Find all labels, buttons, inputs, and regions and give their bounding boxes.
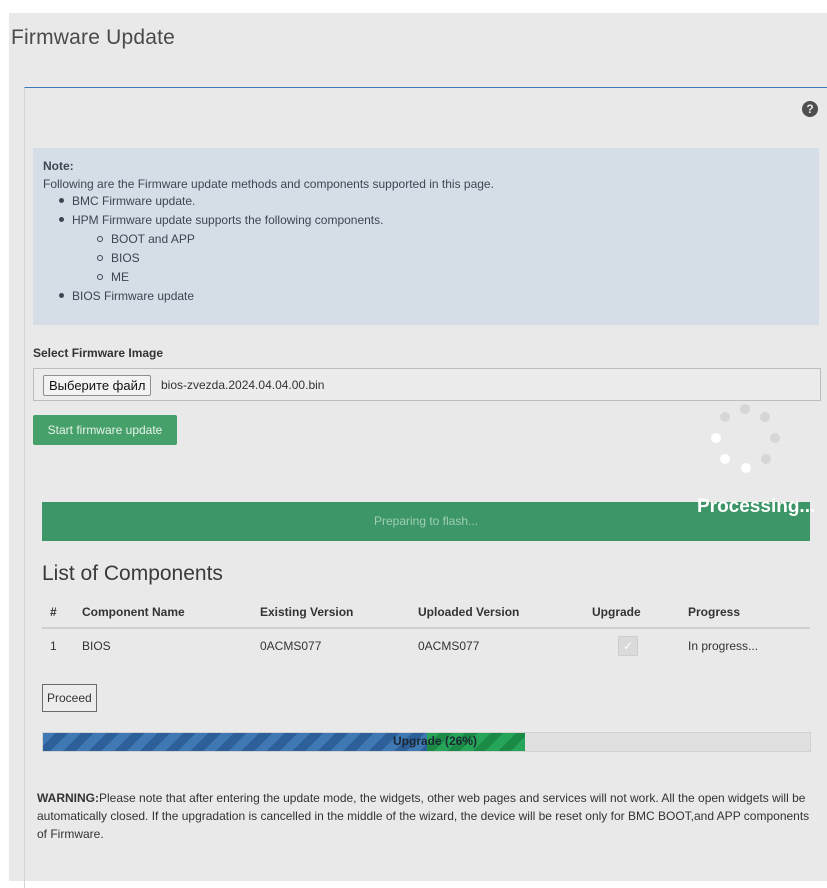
page-title: Firmware Update <box>11 26 176 49</box>
col-component-name: Component Name <box>82 596 260 629</box>
warning-body: Please note that after entering the upda… <box>37 791 810 841</box>
table-row: 1 BIOS 0ACMS077 0ACMS077 ✓ In progress..… <box>42 628 810 663</box>
note-subitem: BOOT and APP <box>97 230 195 249</box>
note-sublist: BOOT and APP BIOS ME <box>97 230 195 287</box>
note-list: BMC Firmware update. HPM Firmware update… <box>59 192 383 230</box>
processing-text: Processing... <box>697 496 816 517</box>
components-title: List of Components <box>42 562 223 585</box>
col-progress: Progress <box>688 596 810 629</box>
upgrade-progress-done <box>43 733 427 751</box>
note-item: BIOS Firmware update <box>59 287 194 306</box>
upgrade-progress-label: Upgrade (26%) <box>393 734 478 748</box>
preparing-flash-bar: Preparing to flash... <box>42 502 810 541</box>
upgrade-checkbox[interactable]: ✓ <box>618 636 638 656</box>
col-existing-version: Existing Version <box>260 596 418 629</box>
warning-prefix: WARNING: <box>37 791 99 805</box>
proceed-button[interactable]: Proceed <box>42 684 97 712</box>
page-container: Firmware Update ? Note: Following are th… <box>9 13 827 888</box>
circle-bullet-icon <box>97 254 103 261</box>
row-upgrade-cell: ✓ <box>592 628 688 663</box>
col-number: # <box>42 596 82 629</box>
note-item: HPM Firmware update supports the followi… <box>59 211 383 230</box>
row-existing-version: 0ACMS077 <box>260 639 322 653</box>
row-component-name: BIOS <box>82 639 111 653</box>
note-box: Note: Following are the Firmware update … <box>33 148 819 325</box>
bullet-icon <box>59 293 64 299</box>
choose-file-button[interactable]: Выберите файл <box>43 375 152 396</box>
note-subitem: BIOS <box>97 249 195 268</box>
start-firmware-update-button[interactable]: Start firmware update <box>33 415 177 445</box>
file-input[interactable]: Выберите файл bios-zvezda.2024.04.04.00.… <box>33 368 821 401</box>
note-list-tail: BIOS Firmware update <box>59 287 194 306</box>
circle-bullet-icon <box>97 273 103 280</box>
warning-text: WARNING:Please note that after entering … <box>37 789 821 843</box>
note-subitem: ME <box>97 268 195 287</box>
col-uploaded-version: Uploaded Version <box>418 596 592 629</box>
components-table: # Component Name Existing Version Upload… <box>42 596 810 663</box>
firmware-panel: ? Note: Following are the Firmware updat… <box>24 87 827 888</box>
file-name: bios-zvezda.2024.04.04.00.bin <box>161 378 325 392</box>
row-uploaded-version: 0ACMS077 <box>418 639 480 653</box>
spinner-icon <box>700 400 790 475</box>
note-intro: Following are the Firmware update method… <box>43 177 494 191</box>
bullet-icon <box>59 217 64 223</box>
bullet-icon <box>59 198 64 204</box>
note-title: Note: <box>43 159 74 173</box>
help-icon[interactable]: ? <box>802 101 818 117</box>
select-firmware-label: Select Firmware Image <box>33 346 164 360</box>
note-item: BMC Firmware update. <box>59 192 383 211</box>
upgrade-progress-bar: Upgrade (26%) <box>42 732 811 752</box>
col-upgrade: Upgrade <box>592 596 688 629</box>
circle-bullet-icon <box>97 235 103 242</box>
row-number: 1 <box>50 639 57 653</box>
row-progress: In progress... <box>688 639 759 653</box>
table-header-row: # Component Name Existing Version Upload… <box>42 596 810 629</box>
